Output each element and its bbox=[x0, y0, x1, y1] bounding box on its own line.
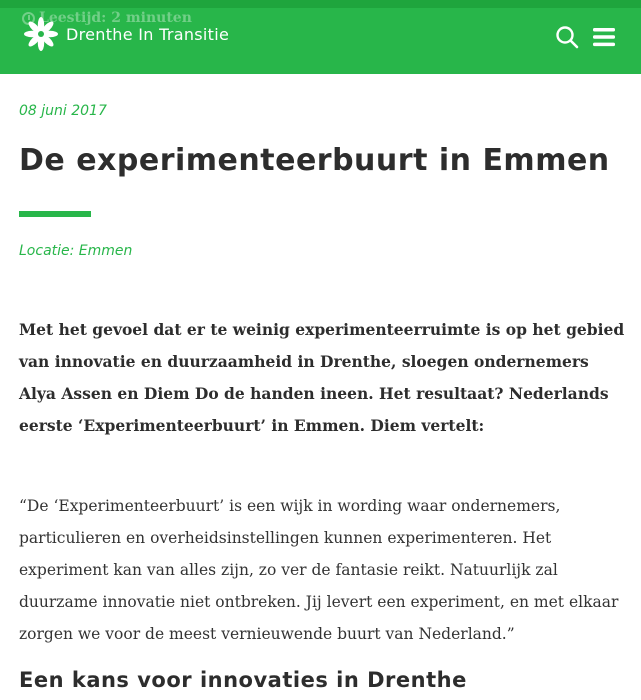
menu-button[interactable] bbox=[591, 24, 617, 50]
search-button[interactable] bbox=[554, 24, 580, 50]
section-heading: Een kans voor innovaties in Drenthe bbox=[19, 668, 467, 692]
article-quote: “De ‘Experimenteerbuurt’ is een wijk in … bbox=[19, 497, 619, 643]
site-name: Drenthe In Transitie bbox=[66, 24, 230, 44]
site-header: Leestijd: 2 minuten Drenthe In Transitie bbox=[0, 0, 641, 74]
search-icon bbox=[556, 26, 579, 49]
hamburger-menu-icon bbox=[593, 28, 615, 47]
article-title: De experimenteerbuurt in Emmen bbox=[19, 143, 610, 178]
header-top-band bbox=[0, 0, 641, 8]
flower-logo-icon bbox=[24, 17, 58, 51]
article-location: Locatie: Emmen bbox=[19, 243, 133, 259]
article-date: 08 juni 2017 bbox=[19, 103, 107, 119]
title-divider bbox=[19, 211, 91, 217]
article-intro: Met het gevoel dat er te weinig experime… bbox=[19, 320, 625, 435]
site-brand-link[interactable]: Drenthe In Transitie bbox=[24, 17, 229, 51]
